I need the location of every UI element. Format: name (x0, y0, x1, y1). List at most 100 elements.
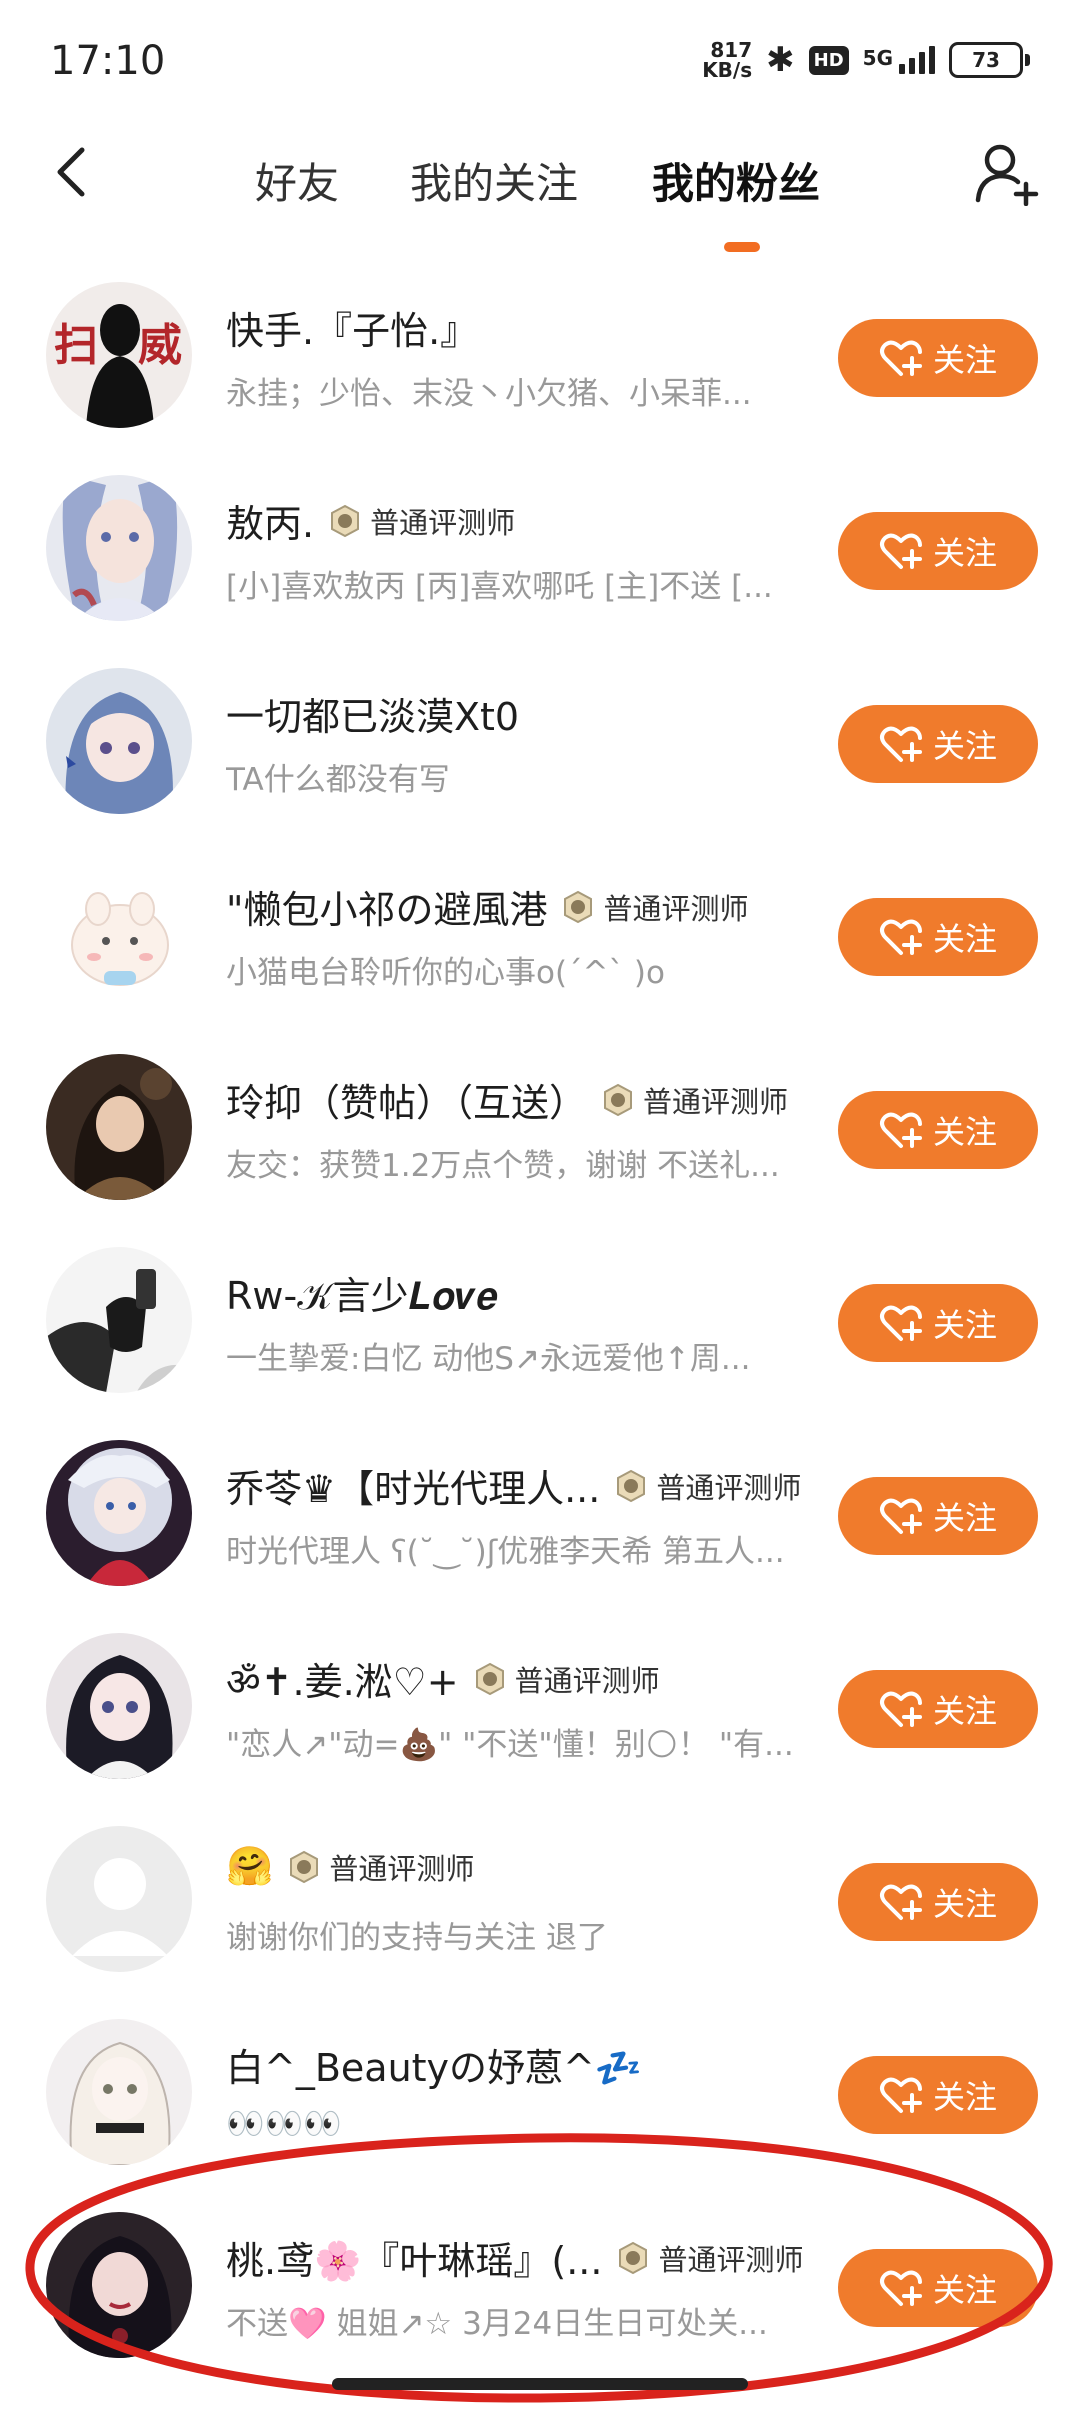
name-line: Rw-𝒦言少𝑳𝒐𝒗𝒆 (226, 1265, 498, 1320)
user-name[interactable]: 桃.鸢🌸『叶琳瑶』(... (226, 2230, 602, 2285)
name-line: 🤗 普通评测师 (226, 1844, 474, 1889)
follow-button[interactable]: 关注 (838, 1091, 1038, 1169)
avatar[interactable] (46, 475, 192, 621)
follow-label: 关注 (932, 920, 997, 958)
user-name[interactable]: ॐ✝.姜.淞♡+ (226, 1651, 459, 1707)
net-speed-value: 817 (710, 38, 753, 62)
follow-button[interactable]: 关注 (838, 1477, 1038, 1555)
follow-button[interactable]: 关注 (838, 319, 1038, 397)
list-item[interactable]: Rw-𝒦言少𝑳𝒐𝒗𝒆 一生挚爱:白忆 动他S↗永远爱他↑周... 关注 (0, 1227, 1080, 1420)
user-description: 👀👀👀 (226, 2106, 342, 2142)
avatar[interactable] (46, 1633, 192, 1779)
list-item[interactable]: 扫 威 快手.『子怡.』 永挂；少怡、末没丶小欠猪、小呆菲... 关注 (0, 262, 1080, 455)
list-item[interactable]: 白^_Beautyの妤蒽^💤 👀👀👀 关注 (0, 1999, 1080, 2192)
follow-button[interactable]: 关注 (838, 898, 1038, 976)
follow-button[interactable]: 关注 (838, 1863, 1038, 1941)
heart-plus-icon (879, 919, 922, 955)
tab-fans[interactable]: 我的粉丝 (652, 150, 820, 211)
bluetooth-icon: ✱ (766, 40, 795, 80)
reviewer-badge: 普通评测师 (473, 1658, 660, 1700)
heart-plus-icon (879, 2077, 922, 2113)
follow-button[interactable]: 关注 (838, 2249, 1038, 2327)
follow-label: 关注 (932, 534, 997, 572)
user-name[interactable]: Rw-𝒦言少𝑳𝒐𝒗𝒆 (226, 1265, 498, 1320)
reviewer-badge-icon (331, 504, 360, 537)
heart-plus-icon (879, 1884, 922, 1920)
follow-button[interactable]: 关注 (838, 705, 1038, 783)
list-item[interactable]: 敖丙. 普通评测师 [小]喜欢敖丙 [丙]喜欢哪吒 [主]不送 [... 关注 (0, 455, 1080, 648)
list-item[interactable]: "懒包小祁の避風港 普通评测师 小猫电台聆听你的心事o(ˊ^ˋ )o 关注 (0, 841, 1080, 1034)
avatar[interactable] (46, 1826, 192, 1972)
user-name[interactable]: 白^_Beautyの妤蒽^💤 (226, 2037, 642, 2092)
user-description: TA什么都没有写 (226, 762, 450, 798)
user-name[interactable]: 乔苓♛【时光代理人... (226, 1458, 600, 1513)
user-description: 友交：获赞1.2万点个赞，谢谢 不送礼... (226, 1148, 780, 1184)
status-icons: 817 KB/s ✱ HD 5G 73 (702, 40, 1030, 80)
list-item[interactable]: 🤗 普通评测师 谢谢你们的支持与关注 退了 关注 (0, 1806, 1080, 1999)
name-line: "懒包小祁の避風港 普通评测师 (226, 879, 749, 934)
list-item[interactable]: ॐ✝.姜.淞♡+ 普通评测师 "恋人↗"动=💩" "不送"懂！别🌕！ "有...… (0, 1613, 1080, 1806)
reviewer-badge: 普通评测师 (614, 1465, 801, 1507)
user-name[interactable]: 敖丙. (226, 493, 314, 548)
user-name[interactable]: 🤗 (226, 1844, 273, 1889)
follow-button[interactable]: 关注 (838, 1670, 1038, 1748)
list-item[interactable]: 桃.鸢🌸『叶琳瑶』(... 普通评测师 不送🩷 姐姐↗☆ 3月24日生日可处关.… (0, 2192, 1080, 2385)
user-name[interactable]: 一切都已淡漠Xt0 (226, 686, 519, 741)
user-description: 谢谢你们的支持与关注 退了 (226, 1920, 608, 1956)
avatar[interactable] (46, 1440, 192, 1586)
avatar[interactable] (46, 668, 192, 814)
heart-plus-icon (879, 1498, 922, 1534)
home-indicator[interactable] (332, 2378, 748, 2390)
follow-label: 关注 (932, 1113, 997, 1151)
avatar[interactable] (46, 2019, 192, 2165)
name-line: 乔苓♛【时光代理人... 普通评测师 (226, 1458, 801, 1513)
status-time: 17:10 (50, 38, 166, 84)
follow-button[interactable]: 关注 (838, 512, 1038, 590)
tab-following[interactable]: 我的关注 (410, 150, 578, 211)
reviewer-badge: 普通评测师 (561, 886, 749, 928)
heart-plus-icon (879, 726, 922, 762)
user-name[interactable]: "懒包小祁の避風港 (226, 879, 547, 934)
user-name[interactable]: 快手.『子怡.』 (226, 300, 478, 355)
heart-plus-icon (879, 1305, 922, 1341)
list-item[interactable]: 玲抑（赞帖）（互送） 普通评测师 友交：获赞1.2万点个赞，谢谢 不送礼... … (0, 1034, 1080, 1227)
avatar[interactable] (46, 2212, 192, 2358)
name-line: 快手.『子怡.』 (226, 300, 478, 355)
follow-label: 关注 (932, 2078, 997, 2116)
badge-label: 普通评测师 (643, 1084, 789, 1119)
reviewer-badge: 普通评测师 (328, 500, 515, 542)
reviewer-badge-icon (619, 2241, 648, 2274)
list-item[interactable]: 乔苓♛【时光代理人... 普通评测师 时光代理人 ʕ(˘‿˘)ʃ优雅李天希 第五… (0, 1420, 1080, 1613)
avatar[interactable] (46, 1247, 192, 1393)
follow-button[interactable]: 关注 (838, 2056, 1038, 2134)
svg-text:威: 威 (138, 320, 182, 371)
battery-icon: 73 (949, 42, 1030, 78)
net-speed-unit: KB/s (702, 58, 753, 82)
badge-label: 普通评测师 (370, 505, 516, 540)
reviewer-badge-icon (617, 1469, 646, 1502)
add-friend-icon[interactable] (974, 140, 1040, 206)
user-description: 一生挚爱:白忆 动他S↗永远爱他↑周... (226, 1341, 751, 1377)
follow-label: 关注 (932, 341, 997, 379)
heart-plus-icon (879, 1691, 922, 1727)
follow-button[interactable]: 关注 (838, 1284, 1038, 1362)
avatar[interactable] (46, 1054, 192, 1200)
user-description: 小猫电台聆听你的心事o(ˊ^ˋ )o (226, 955, 665, 991)
user-description: 时光代理人 ʕ(˘‿˘)ʃ优雅李天希 第五人... (226, 1534, 785, 1570)
name-line: 白^_Beautyの妤蒽^💤 (226, 2037, 642, 2092)
tab-friends[interactable]: 好友 (255, 150, 339, 211)
avatar[interactable]: 扫 威 (46, 282, 192, 428)
user-name[interactable]: 玲抑（赞帖）（互送） (226, 1072, 587, 1127)
active-tab-indicator (724, 242, 760, 252)
svg-text:扫: 扫 (54, 320, 98, 371)
battery-level: 73 (949, 42, 1023, 78)
avatar[interactable] (46, 861, 192, 1007)
reviewer-badge-icon (290, 1850, 319, 1883)
reviewer-badge: 普通评测师 (601, 1079, 788, 1121)
follow-label: 关注 (932, 1692, 997, 1730)
badge-label: 普通评测师 (514, 1664, 660, 1698)
list-item[interactable]: 一切都已淡漠Xt0 TA什么都没有写 关注 (0, 648, 1080, 841)
follow-label: 关注 (932, 2271, 997, 2309)
badge-label: 普通评测师 (658, 2242, 804, 2277)
hd-icon: HD (808, 45, 849, 75)
